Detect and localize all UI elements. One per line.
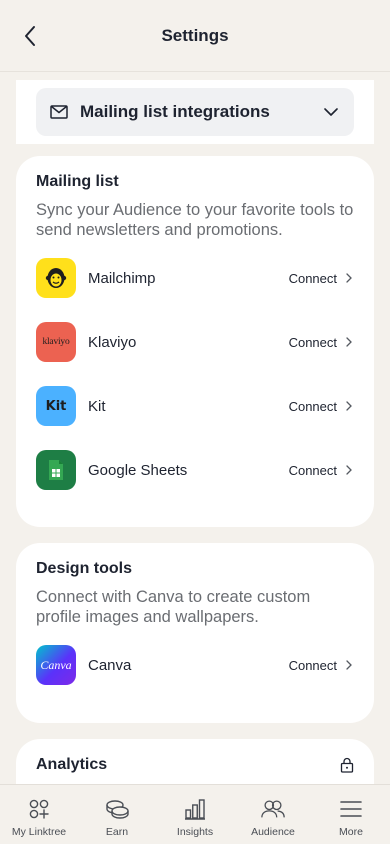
connect-link[interactable]: Connect xyxy=(289,271,354,286)
integration-row-canva[interactable]: Canva Canva Connect xyxy=(36,633,354,697)
page-title: Settings xyxy=(161,25,229,45)
integration-name: Canva xyxy=(88,656,132,674)
design-tools-card: Design tools Connect with Canva to creat… xyxy=(16,543,374,723)
design-tools-title: Design tools xyxy=(36,560,133,577)
settings-screen: Settings Mailing list integrations Maili… xyxy=(0,0,390,844)
integration-name: Klaviyo xyxy=(88,333,137,351)
canva-logo-icon: Canva xyxy=(36,645,76,685)
mailchimp-logo-icon xyxy=(36,258,76,298)
connect-label: Connect xyxy=(288,657,337,673)
chevron-right-icon xyxy=(346,401,354,411)
integration-row-mailchimp[interactable]: Mailchimp Connect xyxy=(36,246,354,310)
nav-earn[interactable]: Earn xyxy=(78,785,156,844)
section-dropdown[interactable]: Mailing list integrations xyxy=(36,88,354,136)
nav-audience[interactable]: Audience xyxy=(234,785,312,844)
lock-icon xyxy=(340,757,354,773)
chevron-right-icon xyxy=(346,273,354,283)
mailing-list-card: Mailing list Sync your Audience to your … xyxy=(16,156,374,527)
nav-label: More xyxy=(339,826,363,838)
google-sheets-logo-icon xyxy=(36,450,76,490)
menu-icon xyxy=(338,797,364,821)
integration-name: Google Sheets xyxy=(88,461,188,479)
users-icon xyxy=(260,797,286,821)
connect-link[interactable]: Connect xyxy=(289,399,354,414)
nav-label: Insights xyxy=(176,826,214,838)
bottom-nav: My Linktree Earn Insights Audience More xyxy=(0,784,390,844)
mailing-list-description: Sync your Audience to your favorite tool… xyxy=(36,201,354,239)
chevron-left-icon xyxy=(25,26,35,46)
dropdown-label: Mailing list integrations xyxy=(80,102,270,121)
connect-link[interactable]: Connect xyxy=(289,463,354,478)
connect-link[interactable]: Connect xyxy=(289,658,354,673)
nav-label: My Linktree xyxy=(11,826,67,838)
connect-label: Connect xyxy=(288,398,337,414)
klaviyo-logo-text: klaviyo xyxy=(42,337,70,347)
nav-more[interactable]: More xyxy=(312,785,390,844)
back-button[interactable] xyxy=(18,24,42,48)
connect-label: Connect xyxy=(288,462,337,478)
coins-icon xyxy=(104,797,130,821)
klaviyo-logo-icon: klaviyo xyxy=(36,322,76,362)
design-tools-description: Connect with Canva to create custom prof… xyxy=(36,588,311,626)
chevron-right-icon xyxy=(346,337,354,347)
chevron-right-icon xyxy=(346,660,354,670)
chevron-right-icon xyxy=(346,465,354,475)
section-selector-container: Mailing list integrations xyxy=(16,80,374,144)
kit-logo-text: Kit xyxy=(45,398,67,414)
nav-insights[interactable]: Insights xyxy=(156,785,234,844)
integration-name: Kit xyxy=(88,397,106,415)
mailing-list-title: Mailing list xyxy=(36,173,119,190)
connect-label: Connect xyxy=(288,334,337,350)
nav-label: Earn xyxy=(105,826,129,838)
nav-my-linktree[interactable]: My Linktree xyxy=(0,785,78,844)
chevron-down-icon xyxy=(322,103,340,121)
integration-row-klaviyo[interactable]: klaviyo Klaviyo Connect xyxy=(36,310,354,374)
connect-label: Connect xyxy=(288,270,337,286)
linktree-icon xyxy=(26,797,52,821)
integration-row-kit[interactable]: Kit Kit Connect xyxy=(36,374,354,438)
kit-logo-icon: Kit xyxy=(36,386,76,426)
nav-label: Audience xyxy=(251,826,295,838)
analytics-title: Analytics xyxy=(36,756,108,773)
header: Settings xyxy=(0,0,390,72)
integration-row-google-sheets[interactable]: Google Sheets Connect xyxy=(36,438,354,502)
connect-link[interactable]: Connect xyxy=(289,335,354,350)
envelope-icon xyxy=(50,103,68,121)
bar-chart-icon xyxy=(182,797,208,821)
integration-name: Mailchimp xyxy=(88,269,156,287)
canva-logo-text: Canva xyxy=(40,657,72,672)
